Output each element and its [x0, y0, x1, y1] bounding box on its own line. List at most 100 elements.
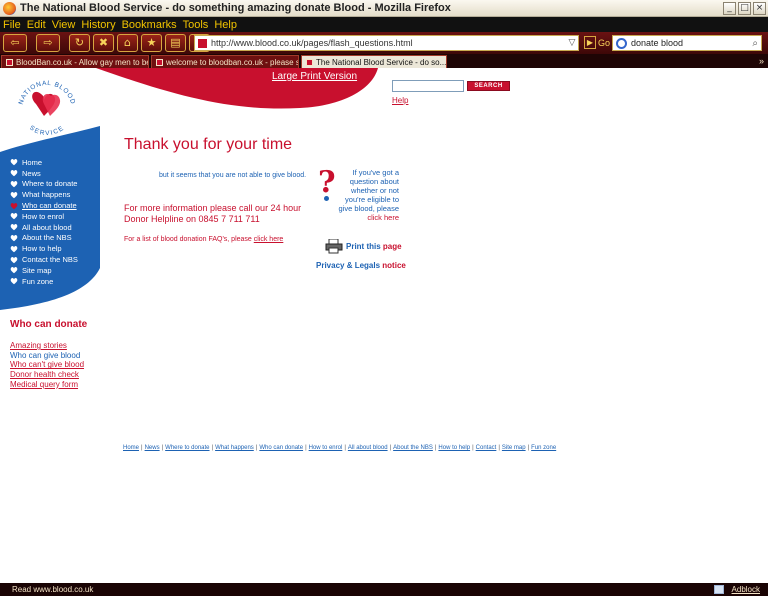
menu-bar: File Edit View History Bookmarks Tools H…	[0, 17, 768, 32]
footer-link-site-map[interactable]: Site map	[502, 445, 526, 451]
privacy-legals-link[interactable]: Privacy & Legals notice	[316, 261, 406, 270]
status-bar: Read www.blood.co.uk Adblock	[0, 583, 768, 596]
large-print-link[interactable]: Large Print Version	[272, 71, 357, 82]
search-query-text[interactable]: donate blood	[631, 38, 752, 48]
adblock-button[interactable]: Adblock	[732, 585, 760, 594]
menu-edit[interactable]: Edit	[27, 19, 46, 31]
header-swoosh-graphic	[0, 68, 378, 310]
tab-bar: BloodBan.co.uk - Allow gay men to be bl.…	[0, 54, 768, 68]
maximize-button[interactable]: □	[738, 1, 751, 15]
help-link[interactable]: Help	[392, 96, 408, 105]
medical-query-form-link[interactable]: Medical query form	[10, 380, 84, 390]
sidebar-item-label: Contact the NBS	[22, 255, 78, 265]
heart-bullet-icon	[10, 256, 18, 263]
title-bar: The National Blood Service - do somethin…	[0, 0, 768, 17]
menu-bookmarks[interactable]: Bookmarks	[122, 19, 177, 31]
home-icon[interactable]: ⌂	[117, 34, 138, 52]
go-button-label[interactable]: Go	[598, 38, 610, 48]
footer-link-who-can-donate[interactable]: Who can donate	[259, 445, 303, 451]
faq-click-here-link[interactable]: click here	[254, 236, 284, 243]
footer-link-how-to-enrol[interactable]: How to enrol	[309, 445, 343, 451]
menu-tools[interactable]: Tools	[183, 19, 209, 31]
tab-bloodban-1[interactable]: BloodBan.co.uk - Allow gay men to be bl.…	[1, 55, 149, 68]
footer-link-home[interactable]: Home	[123, 445, 139, 451]
amazing-stories-link[interactable]: Amazing stories	[10, 341, 84, 351]
footer-link-where-to-donate[interactable]: Where to donate	[165, 445, 209, 451]
footer-separator: |	[211, 445, 214, 451]
print-label-page: page	[382, 242, 402, 251]
search-engine-icon[interactable]	[616, 37, 627, 49]
search-magnifier-icon[interactable]: ⌕	[752, 38, 758, 49]
sidebar-item-contact-the-nbs[interactable]: Contact the NBS	[10, 254, 78, 265]
status-text: Read www.blood.co.uk	[12, 585, 94, 594]
menu-file[interactable]: File	[3, 19, 21, 31]
heart-bullet-icon	[10, 234, 18, 242]
helpline-info: For more information please call our 24 …	[124, 203, 324, 225]
privacy-label-notice: notice	[382, 261, 406, 270]
sidebar-item-who-can-donate[interactable]: Who can donate	[10, 200, 78, 211]
footer-link-all-about-blood[interactable]: All about blood	[348, 445, 388, 451]
tab-label: BloodBan.co.uk - Allow gay men to be bl.…	[16, 57, 148, 67]
donor-health-check-link[interactable]: Donor health check	[10, 370, 84, 380]
tab-list-icon[interactable]: »	[759, 56, 764, 66]
stop-icon[interactable]: ✖	[93, 34, 114, 52]
status-page-icon[interactable]	[713, 585, 724, 594]
footer-link-contact[interactable]: Contact	[476, 445, 497, 451]
footer-separator: |	[255, 445, 258, 451]
back-arrow-icon[interactable]: ⇦	[3, 34, 27, 52]
tab-bloodban-2[interactable]: welcome to bloodban.co.uk - please sign …	[151, 55, 299, 68]
menu-history[interactable]: History	[81, 19, 115, 31]
footer-link-how-to-help[interactable]: How to help	[438, 445, 470, 451]
footer-separator: |	[498, 445, 500, 451]
sidebar-item-where-to-donate[interactable]: Where to donate	[10, 179, 78, 190]
footer-link-news[interactable]: News	[145, 445, 160, 451]
sidebar-item-news[interactable]: News	[10, 168, 78, 179]
url-text[interactable]: http://www.blood.co.uk/pages/flash_quest…	[211, 38, 566, 48]
tab-national-blood-service[interactable]: The National Blood Service - do so... ✕	[301, 55, 447, 68]
footer-link-fun-zone[interactable]: Fun zone	[531, 445, 556, 451]
footer-link-about-the-nbs[interactable]: About the NBS	[393, 445, 433, 451]
bookmark-icon[interactable]: ★	[141, 34, 162, 52]
who-can-give-blood-link[interactable]: Who can give blood	[10, 351, 84, 361]
tab-favicon-icon	[306, 58, 313, 66]
question-mark-icon: ?	[318, 165, 336, 200]
reload-icon[interactable]: ↻	[69, 34, 90, 52]
print-toolbar-icon[interactable]: ▤	[165, 34, 186, 52]
print-label: Print this	[346, 242, 381, 251]
site-search-input[interactable]	[392, 80, 464, 92]
forward-arrow-icon[interactable]: ⇨	[36, 34, 60, 52]
sidebar-item-site-map[interactable]: Site map	[10, 265, 78, 276]
url-dropdown-icon[interactable]: ▽	[566, 38, 578, 48]
tab-label: The National Blood Service - do so...	[316, 57, 447, 67]
sidebar-item-what-happens[interactable]: What happens	[10, 189, 78, 200]
heart-bullet-icon	[10, 213, 18, 220]
footer-separator: |	[527, 445, 530, 451]
sidebar-item-how-to-enrol[interactable]: How to enrol	[10, 211, 78, 222]
footer-separator: |	[344, 445, 346, 451]
question-mark-dot	[324, 196, 329, 201]
site-favicon-icon	[198, 38, 207, 48]
close-button[interactable]: ×	[753, 1, 766, 15]
web-search-input[interactable]: donate blood ⌕	[612, 35, 762, 51]
sidebar-item-all-about-blood[interactable]: All about blood	[10, 222, 78, 233]
printer-icon[interactable]	[325, 239, 343, 254]
tab-close-icon[interactable]: ✕	[446, 57, 447, 68]
sidebar-item-about-the-nbs[interactable]: About the NBS	[10, 233, 78, 244]
sidebar-item-label: Home	[22, 157, 43, 167]
print-page-link[interactable]: Print this page	[346, 242, 402, 251]
go-arrow-icon[interactable]: ▶	[584, 36, 596, 49]
footer-link-what-happens[interactable]: What happens	[215, 445, 254, 451]
sidebar-item-label: All about blood	[22, 222, 72, 232]
sidebar-item-how-to-help[interactable]: How to help	[10, 243, 78, 254]
eligibility-click-here-link[interactable]: click here	[367, 213, 399, 222]
minimize-button[interactable]: _	[723, 1, 736, 15]
sidebar-item-fun-zone[interactable]: Fun zone	[10, 276, 78, 287]
result-message: but it seems that you are not able to gi…	[159, 172, 307, 179]
site-search-button[interactable]: SEARCH	[467, 81, 510, 91]
address-bar[interactable]: http://www.blood.co.uk/pages/flash_quest…	[194, 35, 579, 51]
menu-help[interactable]: Help	[214, 19, 237, 31]
menu-view[interactable]: View	[52, 19, 76, 31]
who-cant-give-blood-link[interactable]: Who can't give blood	[10, 360, 84, 370]
sidebar-item-home[interactable]: Home	[10, 157, 78, 168]
heart-bullet-icon	[10, 278, 18, 285]
